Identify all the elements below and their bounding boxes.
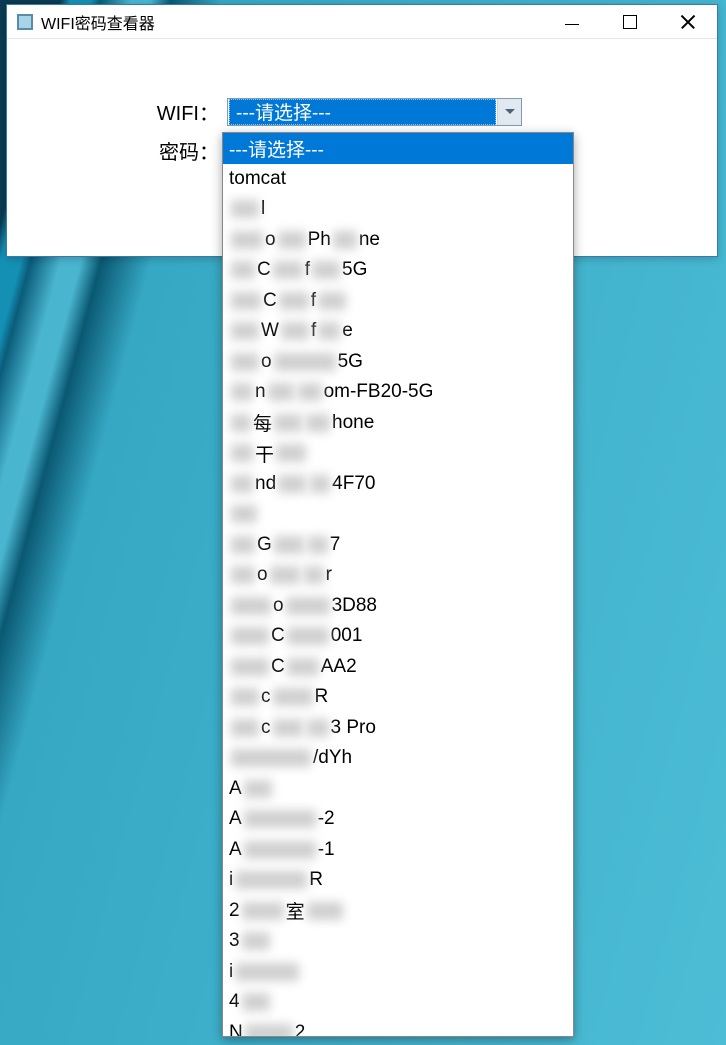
dropdown-item[interactable]: ██C██001 (223, 621, 573, 652)
window-title: WIFI密码查看器 (41, 10, 543, 34)
chevron-down-icon (505, 109, 515, 114)
dropdown-item[interactable]: ██nd██ ██4F70 (223, 469, 573, 500)
dropdown-item[interactable]: 4██ (223, 987, 573, 1018)
dropdown-item[interactable]: ██n██ ██om-FB20-5G (223, 377, 573, 408)
wifi-row: WIFI： ---请选择--- (27, 97, 697, 126)
dropdown-item[interactable]: A██ (223, 774, 573, 805)
minimize-icon (565, 24, 579, 26)
dropdown-item[interactable]: ██干██ (223, 438, 573, 469)
minimize-button[interactable] (543, 5, 601, 38)
dropdown-item[interactable]: ██o██5G (223, 347, 573, 378)
dropdown-item[interactable]: 2██室██ (223, 896, 573, 927)
dropdown-item[interactable]: ██每██ ██hone (223, 408, 573, 439)
titlebar[interactable]: WIFI密码查看器 (7, 5, 717, 39)
dropdown-item[interactable]: ██W██f██e (223, 316, 573, 347)
dropdown-item[interactable]: ██ (223, 499, 573, 530)
dropdown-item[interactable]: ██C██f██ (223, 286, 573, 317)
dropdown-item[interactable]: ██o██3D88 (223, 591, 573, 622)
maximize-icon (623, 15, 637, 29)
dropdown-item[interactable]: ██o██ Ph██ne (223, 225, 573, 256)
app-icon (17, 14, 33, 30)
dropdown-item[interactable]: ██o██ ██r (223, 560, 573, 591)
dropdown-item[interactable]: tomcat (223, 164, 573, 195)
close-button[interactable] (659, 5, 717, 38)
wifi-label: WIFI： (27, 97, 227, 126)
combobox-arrow-button[interactable] (497, 99, 521, 125)
wifi-combobox[interactable]: ---请选择--- (227, 98, 522, 126)
dropdown-item[interactable]: ██C██f██ 5G (223, 255, 573, 286)
dropdown-item[interactable]: ██/dYh (223, 743, 573, 774)
dropdown-item[interactable]: ██c██ ██3 Pro (223, 713, 573, 744)
wifi-combobox-selected: ---请选择--- (229, 99, 496, 125)
dropdown-item[interactable]: ██c██R (223, 682, 573, 713)
dropdown-item[interactable]: A██-2 (223, 804, 573, 835)
dropdown-item[interactable]: ██l (223, 194, 573, 225)
close-icon (680, 14, 696, 30)
dropdown-item[interactable]: ██C██AA2 (223, 652, 573, 683)
dropdown-item[interactable]: i██R (223, 865, 573, 896)
dropdown-item[interactable]: 3██ (223, 926, 573, 957)
dropdown-item[interactable]: i██ (223, 957, 573, 988)
window-controls (543, 5, 717, 38)
dropdown-item[interactable]: A██-1 (223, 835, 573, 866)
dropdown-item[interactable]: ---请选择--- (223, 133, 573, 164)
wifi-dropdown-list[interactable]: ---请选择---tomcat██l██o██ Ph██ne██C██f██ 5… (222, 132, 574, 1037)
maximize-button[interactable] (601, 5, 659, 38)
dropdown-item[interactable]: ██ G██ ██7 (223, 530, 573, 561)
password-label: 密码： (27, 136, 227, 165)
dropdown-item[interactable]: N██2 (223, 1018, 573, 1038)
